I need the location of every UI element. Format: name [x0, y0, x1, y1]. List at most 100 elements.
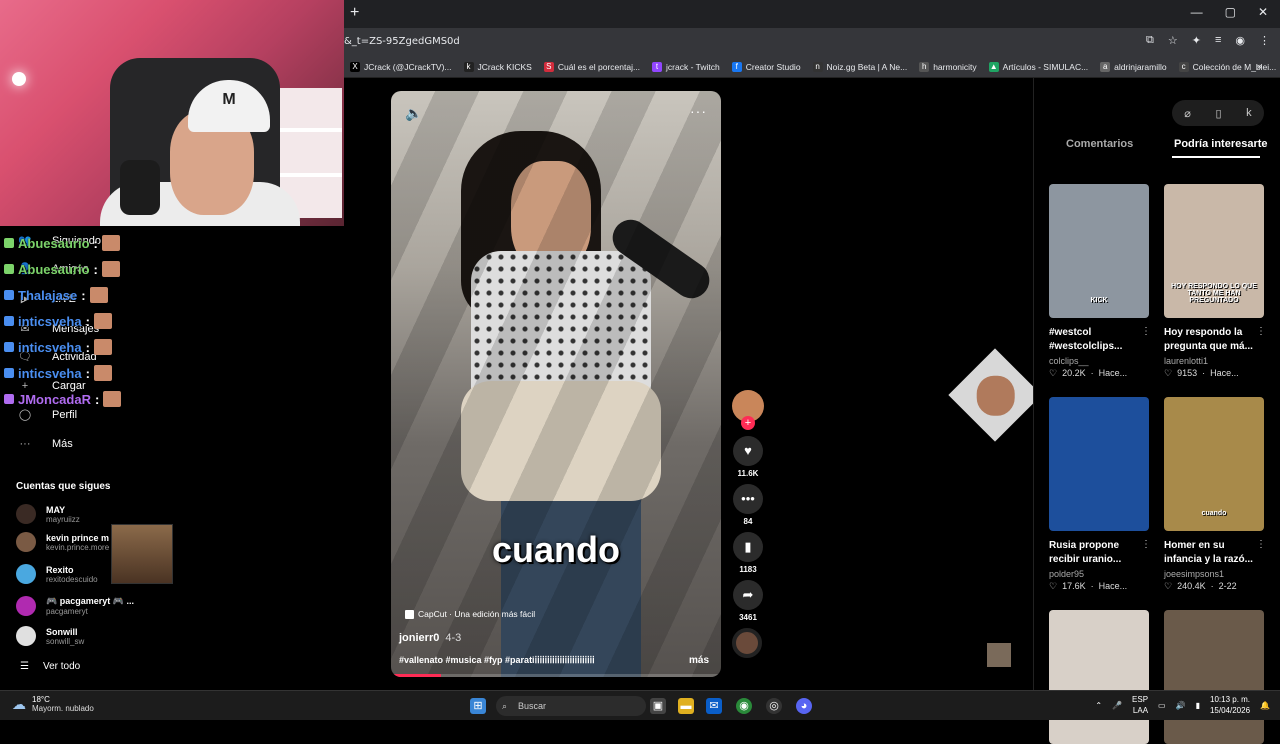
card-likes: 240.4K — [1177, 581, 1206, 591]
share-button[interactable]: ➦ 3461 — [732, 580, 764, 622]
maximize-button[interactable]: ▢ — [1225, 5, 1236, 19]
network-icon[interactable]: ▭ — [1158, 701, 1166, 710]
video-progress-bar[interactable] — [391, 674, 721, 677]
recommended-video-card[interactable]: HOY RESPONDO LO QUE TANTO ME HAN PREGUNT… — [1164, 184, 1266, 379]
mini-thumbnail[interactable] — [987, 643, 1011, 667]
capcut-link[interactable]: CapCut · Una edición más fácil — [405, 609, 535, 619]
bookmark-item[interactable]: c Colección de M_blei... — [1173, 61, 1280, 72]
reading-list-icon[interactable]: ≡ — [1215, 34, 1221, 47]
extensions-icon[interactable]: ✦ — [1192, 34, 1201, 47]
tab-might-interest[interactable]: Podría interesarte — [1174, 138, 1268, 150]
avatar — [16, 564, 36, 584]
star-icon[interactable]: ☆ — [1168, 34, 1178, 47]
bookmark-item[interactable]: h harmonicity — [913, 61, 982, 72]
video-thumbnail[interactable]: HOY RESPONDO LO QUE TANTO ME HAN PREGUNT… — [1164, 184, 1264, 318]
follow-button[interactable]: + — [741, 416, 755, 430]
bookmark-item[interactable]: X JCrack (@JCrackTV)... — [344, 61, 458, 72]
save-button[interactable]: ▮ 1183 — [732, 532, 764, 574]
mail-icon[interactable]: ✉ — [706, 698, 722, 714]
more-icon: ··· — [19, 438, 31, 450]
followed-account[interactable]: MAY mayruiizz — [16, 504, 80, 524]
followed-account[interactable]: Rexito rexitodescuido — [16, 564, 98, 584]
kick-icon[interactable]: k — [1246, 107, 1252, 119]
video-thumbnail[interactable]: cuando — [1164, 397, 1264, 531]
video-thumbnail[interactable]: KICK — [1049, 184, 1149, 318]
card-menu-icon[interactable]: ⋮ — [1256, 539, 1266, 550]
recommended-video-card[interactable] — [1164, 610, 1264, 744]
more-options-icon[interactable]: ··· — [690, 103, 707, 119]
chat-message: Abuesaurio: — [4, 235, 120, 251]
followed-account[interactable]: kevin prince m kevin.prince.more — [16, 532, 109, 552]
chat-message: inticsveha: — [4, 339, 112, 355]
discord-icon[interactable]: ◕ — [796, 698, 812, 714]
card-menu-icon[interactable]: ⋮ — [1141, 539, 1151, 550]
left-sidebar: 👥 Siguiendo 👤 Amigos ▶ LIVE ✉ Mensajes 🗨 Activida… — [0, 226, 344, 690]
nav-item-7[interactable]: ··· Más — [18, 438, 73, 450]
card-menu-icon[interactable]: ⋮ — [1256, 326, 1266, 337]
chat-emote — [93, 339, 112, 355]
mic-icon[interactable]: 🎤 — [1112, 701, 1122, 710]
address-bar[interactable]: &_t=ZS-95ZgedGMS0d — [344, 36, 460, 47]
new-tab-button[interactable]: + — [350, 4, 359, 22]
like-button[interactable]: ♥ 11.6K — [732, 436, 764, 478]
heart-icon: ♥ — [733, 436, 763, 466]
menu-icon[interactable]: ⋮ — [1259, 34, 1270, 47]
bookmark-item[interactable]: n Noiz.gg Beta | A Ne... — [807, 61, 914, 72]
bookmark-item[interactable]: f Creator Studio — [726, 61, 807, 72]
profile-icon[interactable]: ◉ — [1235, 34, 1245, 47]
card-menu-icon[interactable]: ⋮ — [1141, 326, 1151, 337]
video-thumbnail[interactable] — [1049, 397, 1149, 531]
bookmark-item[interactable]: t jcrack - Twitch — [646, 61, 726, 72]
task-view-icon[interactable]: ▣ — [650, 698, 666, 714]
see-all-link[interactable]: ☰ Ver todo — [20, 661, 80, 672]
more-description-button[interactable]: más — [689, 655, 709, 666]
chrome-icon[interactable]: ◉ — [736, 698, 752, 714]
author-avatar[interactable]: + — [732, 390, 764, 430]
recommended-video-card[interactable] — [1049, 610, 1149, 744]
nav-item-6[interactable]: ◯ Perfil — [18, 408, 77, 422]
chat-username: Thalajase — [18, 287, 78, 303]
recommended-video-card[interactable]: Rusia propone recibir uranio... ⋮ polder95… — [1049, 397, 1151, 592]
device-icon[interactable]: ▯ — [1216, 107, 1222, 120]
chevron-up-icon[interactable]: ⌃ — [1095, 701, 1102, 710]
volume-icon[interactable]: 🔊 — [1176, 701, 1186, 710]
bookmark-item[interactable]: a aldrinjaramillo — [1094, 61, 1172, 72]
card-time: 2-22 — [1218, 581, 1237, 591]
video-thumbnail[interactable] — [1164, 610, 1264, 744]
recommended-video-card[interactable]: KICK #westcol #westcolclips... ⋮ colclips__… — [1049, 184, 1151, 379]
followed-account[interactable]: 🎮 pacgameryt 🎮 ... pacgameryt — [16, 596, 134, 616]
recommended-video-card[interactable]: cuando Homer en su infancia y la razó... ⋮… — [1164, 397, 1266, 592]
file-explorer-icon[interactable]: ▬ — [678, 698, 694, 714]
account-name: Rexito — [46, 564, 74, 575]
weather-widget[interactable]: ☁ 18°C Mayorm. nublado — [12, 695, 94, 713]
obs-icon[interactable]: ◎ — [766, 698, 782, 714]
windows-start-icon[interactable]: ⊞ — [470, 698, 486, 714]
close-button[interactable]: ✕ — [1258, 5, 1268, 19]
bookmark-item[interactable]: ▲ Artículos - SIMULAC... — [983, 61, 1095, 72]
chat-emote — [101, 261, 120, 277]
bookmark-item[interactable]: k JCrack KICKS — [458, 61, 538, 72]
followed-account[interactable]: Sonwill sonwill_sw — [16, 626, 84, 646]
action-column: + ♥ 11.6K ••• 84 ▮ 1183 ➦ 3461 — [732, 390, 764, 658]
taskbar-search[interactable]: ⌕ Buscar — [496, 696, 646, 716]
bookmarks-more-icon[interactable]: » — [1257, 61, 1262, 71]
tab-comments[interactable]: Comentarios — [1066, 138, 1133, 150]
notifications-icon[interactable]: 🔔 — [1260, 701, 1270, 710]
video-thumbnail[interactable] — [1049, 610, 1149, 744]
minimize-button[interactable]: — — [1191, 5, 1203, 19]
shadow-overlay — [391, 91, 721, 677]
compass-icon[interactable]: ⌀ — [1184, 107, 1191, 120]
cast-icon[interactable]: ⧉ — [1146, 34, 1154, 47]
language-indicator[interactable]: ESP LAA — [1132, 694, 1148, 716]
battery-icon[interactable]: ▮ — [1196, 701, 1200, 710]
comment-button[interactable]: ••• 84 — [732, 484, 764, 526]
music-disc-icon[interactable] — [732, 628, 762, 658]
facebook-icon: f — [731, 61, 742, 72]
action-count: 84 — [743, 517, 753, 526]
video-author[interactable]: jonierr0 4-3 — [399, 632, 461, 644]
video-player[interactable]: 🔈 ··· cuando CapCut · Una edición más fá… — [391, 91, 721, 677]
card-title: Rusia propone recibir uranio... — [1049, 540, 1122, 565]
volume-icon[interactable]: 🔈 — [405, 105, 422, 122]
clock[interactable]: 10:13 p. m. 15/04/2026 — [1210, 694, 1250, 716]
bookmark-item[interactable]: S Cuál es el porcentaj... — [538, 61, 646, 72]
